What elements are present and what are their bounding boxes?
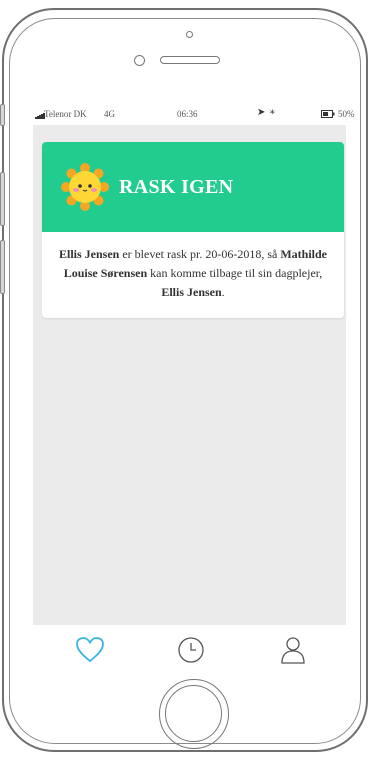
heart-icon [76,637,104,663]
bluetooth-icon: ∗ [269,107,276,118]
tab-profile[interactable] [278,635,308,665]
time-label: 06:36 [177,109,198,119]
recovery-card: RASK IGEN Ellis Jensen er blevet rask pr… [42,142,344,318]
proximity-sensor [134,55,145,66]
volume-down-button [0,240,5,294]
message-text-2: kan komme tilbage til sin dagplejer, [147,266,323,280]
card-header: RASK IGEN [42,142,344,232]
card-title: RASK IGEN [119,176,234,198]
carrier-label: Telenor DK [44,109,87,119]
tab-heart[interactable] [75,635,105,665]
network-label: 4G [104,109,115,119]
sun-icon [59,161,111,213]
caregiver-name: Ellis Jensen [59,247,120,261]
home-button[interactable] [159,679,229,749]
user-icon [281,637,305,664]
message-text-1: er blevet rask pr. 20-06-2018, så [119,247,281,261]
message-text-3: . [221,285,225,299]
tab-history[interactable] [176,635,206,665]
status-bar: Telenor DK 4G 06:36 ➤ ∗ 50% [33,103,355,125]
home-button-inner [165,685,222,742]
clock-icon [178,637,204,663]
card-message: Ellis Jensen er blevet rask pr. 20-06-20… [56,245,330,302]
caregiver-name-2: Ellis Jensen [161,285,222,299]
mute-switch [0,104,5,126]
earpiece-speaker [160,56,220,64]
front-camera [186,31,193,38]
battery-icon [321,110,335,120]
battery-percent: 50% [338,109,355,119]
volume-up-button [0,172,5,226]
app-screen: Telenor DK 4G 06:36 ➤ ∗ 50% RASK IGEN El… [33,103,355,675]
location-arrow-icon: ➤ [257,107,266,118]
tab-bar [33,625,346,675]
